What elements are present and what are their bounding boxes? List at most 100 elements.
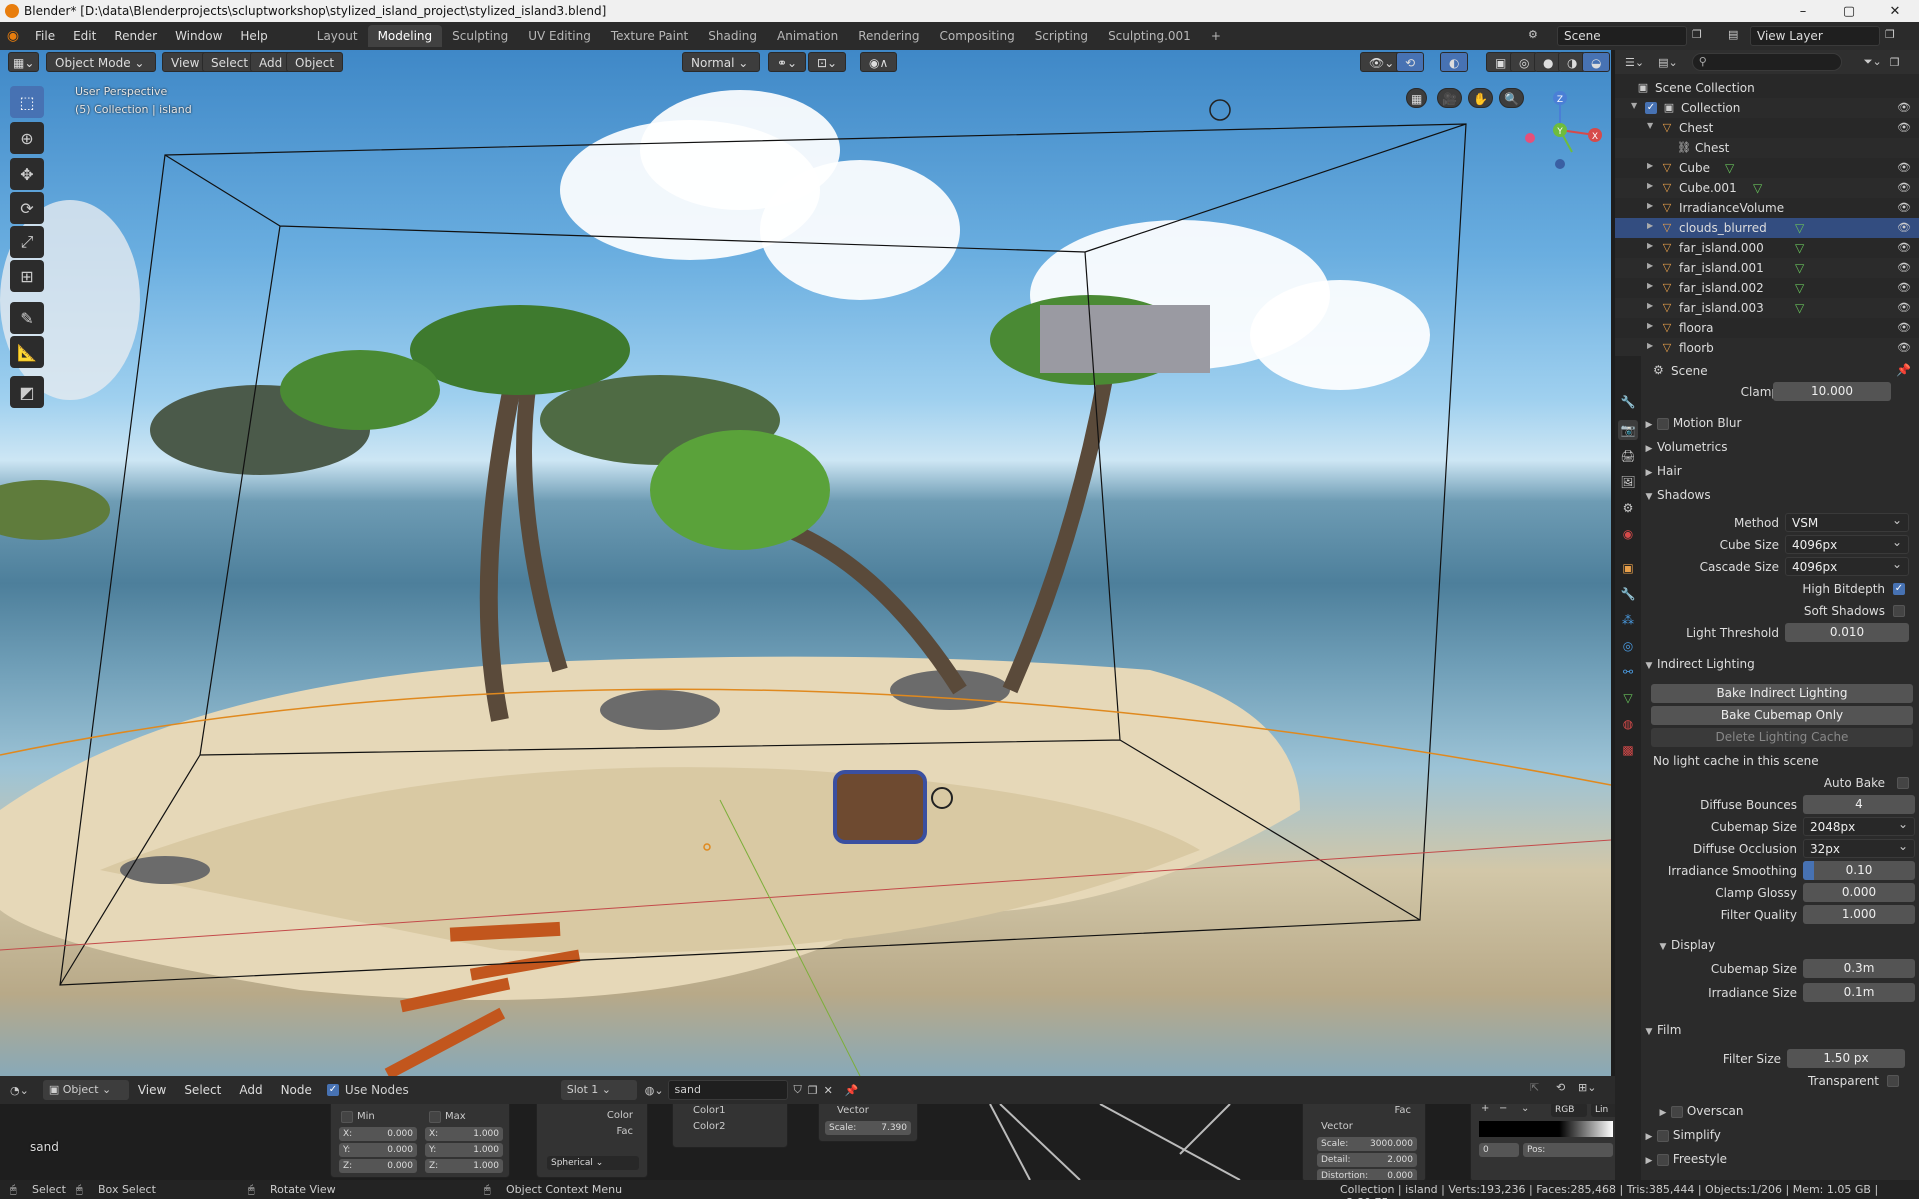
max-z-field[interactable]: Z: 1.000	[425, 1159, 503, 1173]
section-motion-blur[interactable]: ▶ Motion Blur	[1641, 412, 1919, 434]
display-mode-icon[interactable]: ▤⌄	[1658, 56, 1678, 69]
unlink-material-icon[interactable]: ✕	[824, 1084, 833, 1097]
method-dropdown[interactable]: VSM	[1785, 511, 1909, 532]
section-indirect-lighting[interactable]: ▼ Indirect Lighting	[1641, 653, 1919, 675]
select-box-tool[interactable]: ⬚	[10, 86, 44, 118]
outliner-row[interactable]: ▶ ▽ far_island.000 ▽ 👁	[1615, 238, 1919, 258]
node-menu-add[interactable]: Add	[230, 1076, 271, 1104]
blender-menu-icon[interactable]: ◉	[0, 28, 26, 44]
visibility-eye-icon[interactable]: 👁	[1897, 281, 1911, 294]
scale-tool[interactable]: ⤢	[10, 226, 44, 258]
material-slot-selector[interactable]: Slot 1 ⌄	[560, 1080, 637, 1100]
expand-arrow-icon[interactable]: ▶	[1647, 301, 1653, 310]
color-mode-dropdown[interactable]: RGB	[1551, 1104, 1587, 1117]
clamp-field[interactable]: 10.000	[1773, 382, 1891, 401]
pin-icon[interactable]: 📌	[1896, 363, 1911, 377]
display-irradiance-size-field[interactable]: 0.1m	[1803, 983, 1915, 1002]
snap-mode-icon[interactable]: ⊞⌄	[1578, 1081, 1596, 1094]
ramp-menu-icon[interactable]: ⌄	[1521, 1104, 1529, 1114]
min-x-field[interactable]: X: 0.000	[339, 1127, 417, 1141]
clamp-glossy-field[interactable]: 0.000	[1803, 883, 1915, 902]
tab-texture-paint[interactable]: Texture Paint	[601, 25, 698, 47]
node-editor-canvas[interactable]: sand Min Max X: 0.000 Y: 0.000 Z: 0.000 X: 1…	[0, 1104, 1615, 1180]
outliner-row[interactable]: ▶ ▽ Cube.001 ▽ 👁	[1615, 178, 1919, 198]
section-film[interactable]: ▼ Film	[1641, 1019, 1919, 1041]
outliner-row[interactable]: ▶ ▽ far_island.001 ▽ 👁	[1615, 258, 1919, 278]
max-checkbox[interactable]	[429, 1111, 441, 1123]
move-tool[interactable]: ✥	[10, 158, 44, 190]
new-scene-icon[interactable]: ❐	[1692, 28, 1702, 41]
pivot-point-button[interactable]: ⚭⌄	[768, 52, 807, 72]
tab-sculpting-001[interactable]: Sculpting.001	[1098, 25, 1201, 47]
add-cube-tool[interactable]: ◩	[10, 376, 44, 408]
expand-arrow-icon[interactable]: ▶	[1647, 321, 1653, 330]
view-layer-selector[interactable]: View Layer	[1750, 26, 1880, 46]
measure-tool[interactable]: 📐	[10, 336, 44, 368]
minimize-button[interactable]: –	[1780, 0, 1826, 22]
noise-distortion-field[interactable]: Distortion: 0.000	[1317, 1169, 1417, 1180]
mode-selector[interactable]: Object Mode ⌄	[46, 52, 156, 72]
visibility-eye-icon[interactable]: 👁	[1897, 161, 1911, 174]
gizmo-neg-x-ball[interactable]	[1525, 133, 1535, 143]
tab-animation[interactable]: Animation	[767, 25, 848, 47]
expand-arrow-icon[interactable]: ▼	[1647, 121, 1653, 130]
outliner-row[interactable]: ▶ ▽ Cube ▽ 👁	[1615, 158, 1919, 178]
menu-window[interactable]: Window	[166, 22, 231, 50]
output-properties-icon[interactable]: 🖨	[1618, 446, 1638, 466]
viewport-menu-object[interactable]: Object	[286, 52, 344, 72]
outliner-row[interactable]: ▶ ▽ IrradianceVolume 👁	[1615, 198, 1919, 218]
viewport-menu-select[interactable]: Select	[202, 52, 258, 72]
min-y-field[interactable]: Y: 0.000	[339, 1143, 417, 1157]
noise-scale-field[interactable]: Scale: 3000.000	[1317, 1137, 1417, 1151]
delete-lighting-cache-button[interactable]: Delete Lighting Cache	[1651, 728, 1913, 747]
snap-button[interactable]: ⊡⌄	[808, 52, 847, 72]
outliner-row[interactable]: ▼ ▽ Chest 👁	[1615, 118, 1919, 138]
editor-type-button[interactable]: ▦⌄	[8, 52, 40, 72]
zoom-view-icon[interactable]: 🔍	[1499, 88, 1524, 108]
node-editor-type-icon[interactable]: ◔⌄	[10, 1084, 29, 1097]
menu-file[interactable]: File	[26, 22, 64, 50]
shading-rendered-button[interactable]: ◒	[1582, 52, 1611, 72]
rotate-tool[interactable]: ⟳	[10, 192, 44, 224]
diffuse-occlusion-dropdown[interactable]: 32px	[1803, 837, 1915, 858]
visibility-eye-icon[interactable]: 👁	[1897, 201, 1911, 214]
expand-arrow-icon[interactable]: ▶	[1647, 181, 1653, 190]
color-ramp-node[interactable]: + − ⌄ RGB Lin 0 Pos:	[1470, 1104, 1615, 1180]
cursor-tool[interactable]: ⊕	[10, 122, 44, 154]
mesh-data-icon[interactable]: ▽	[1795, 221, 1804, 235]
noise-detail-field[interactable]: Detail: 2.000	[1317, 1153, 1417, 1167]
interpolation-dropdown[interactable]: Lin	[1591, 1104, 1615, 1117]
tab-scripting[interactable]: Scripting	[1025, 25, 1098, 47]
projection-dropdown[interactable]: Spherical ⌄	[547, 1156, 639, 1170]
tool-properties-icon[interactable]: 🔧	[1618, 392, 1638, 412]
texture-properties-icon[interactable]: ▩	[1618, 740, 1638, 760]
gizmo-neg-z-ball[interactable]	[1555, 159, 1565, 169]
navigation-gizmo[interactable]: Z X Y	[1520, 80, 1610, 190]
filter-icon[interactable]: ⏷⌄	[1864, 55, 1882, 69]
overlay-toggle-button[interactable]: ◐	[1440, 52, 1469, 72]
close-button[interactable]: ✕	[1872, 0, 1918, 22]
section-shadows[interactable]: ▼ Shadows	[1641, 484, 1919, 506]
snap-icon[interactable]: ⟲	[1556, 1081, 1565, 1094]
motion-blur-checkbox[interactable]	[1657, 417, 1669, 430]
mesh-data-icon[interactable]: ▽	[1795, 241, 1804, 255]
transform-tool[interactable]: ⊞	[10, 260, 44, 292]
expand-arrow-icon[interactable]: ▶	[1647, 161, 1653, 170]
tab-compositing[interactable]: Compositing	[929, 25, 1024, 47]
parent-node-icon[interactable]: ⇱	[1530, 1081, 1539, 1094]
data-properties-icon[interactable]: ▽	[1618, 688, 1638, 708]
stop-index-field[interactable]: 0	[1479, 1143, 1519, 1157]
outliner-row[interactable]: ▶ ▽ clouds_blurred ▽ 👁	[1615, 218, 1919, 238]
camera-view-icon[interactable]: 🎥	[1437, 88, 1462, 108]
visibility-eye-icon[interactable]: 👁	[1897, 261, 1911, 274]
transform-orientation-selector[interactable]: Normal ⌄	[682, 52, 760, 72]
transparent-checkbox[interactable]	[1887, 1075, 1899, 1087]
simplify-checkbox[interactable]	[1657, 1129, 1669, 1142]
voronoi-scale-field[interactable]: Scale: 7.390	[825, 1121, 911, 1135]
scene-properties-icon[interactable]: ⚙	[1618, 498, 1638, 518]
section-overscan[interactable]: ▶ Overscan	[1655, 1100, 1919, 1122]
expand-arrow-icon[interactable]: ▶	[1647, 261, 1653, 270]
mapping-node[interactable]: Min Max X: 0.000 Y: 0.000 Z: 0.000 X: 1.000 …	[330, 1104, 510, 1178]
fake-user-icon[interactable]: ⛉	[794, 1083, 802, 1097]
mix-node[interactable]: Color1 Color2	[672, 1104, 788, 1148]
